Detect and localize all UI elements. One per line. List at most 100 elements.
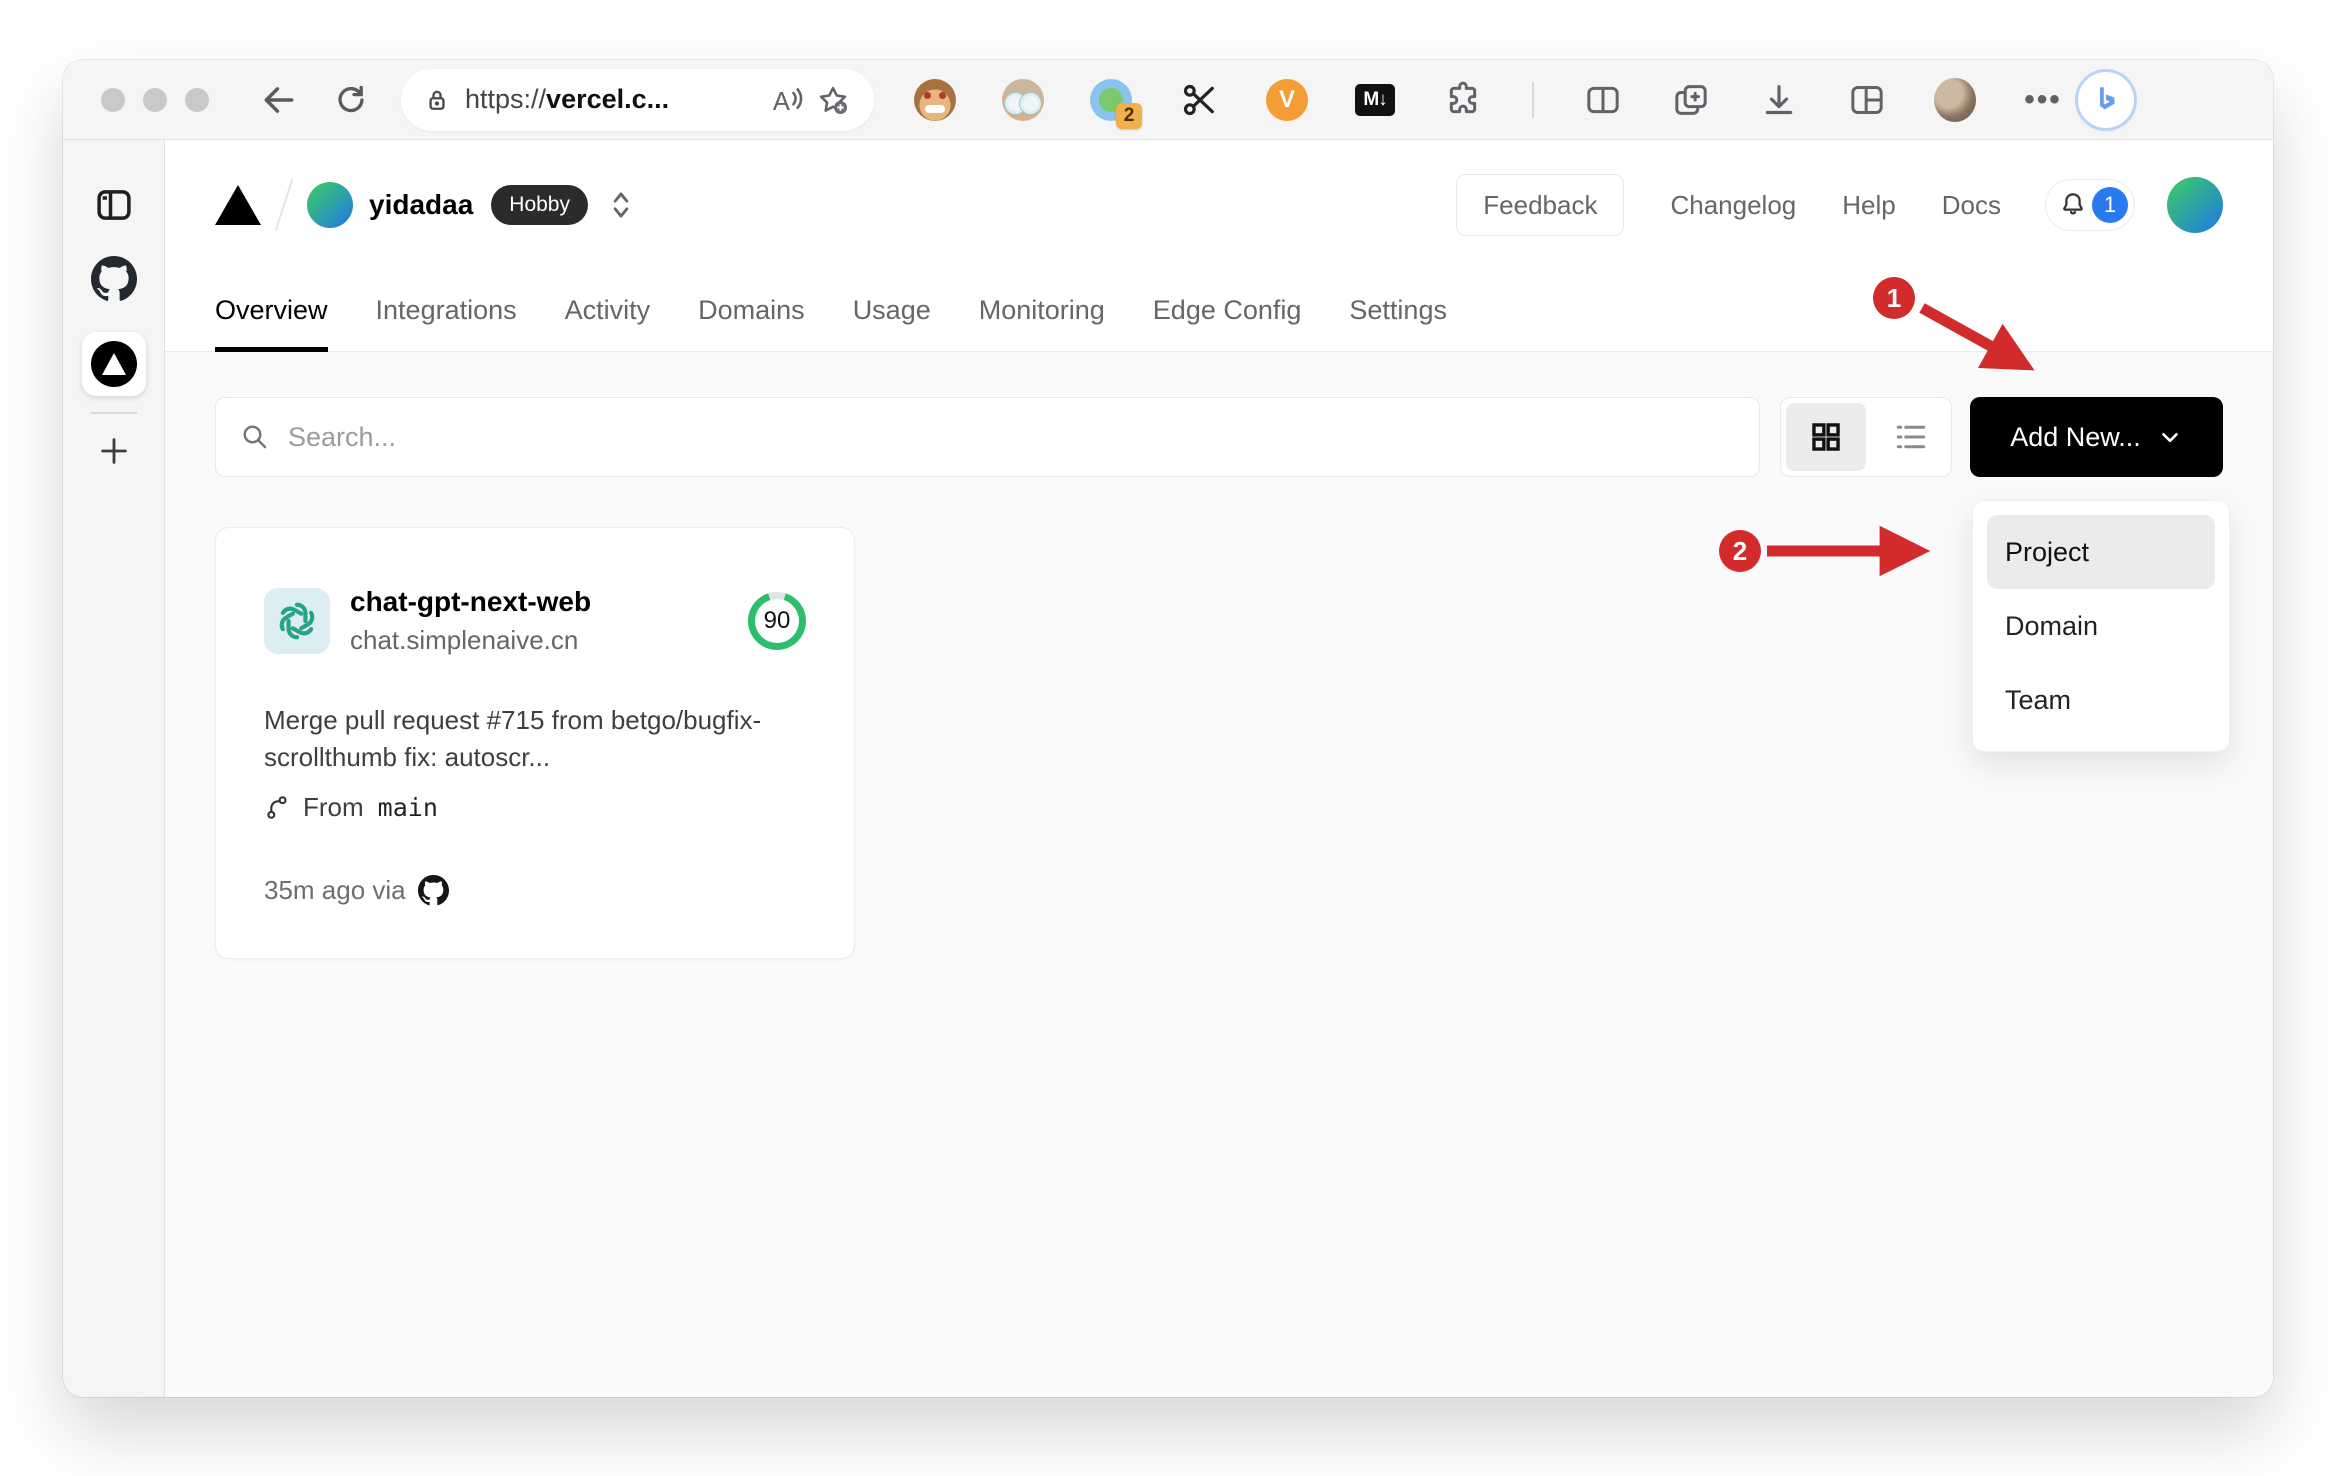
dropdown-item-domain[interactable]: Domain (1987, 589, 2215, 663)
project-card-header: chat-gpt-next-web chat.simplenaive.cn 90 (264, 586, 806, 656)
collections-icon (1675, 84, 1707, 115)
dropdown-item-project[interactable]: Project (1987, 515, 2215, 589)
bing-icon (2100, 86, 2115, 109)
sidebar-divider (90, 412, 137, 414)
read-aloud-button[interactable]: A (764, 77, 810, 123)
favorite-button[interactable] (810, 77, 856, 123)
profile-avatar[interactable] (1934, 77, 1976, 122)
screen: https://vercel.c... A 2 V M↓ ••• yidadaa… (0, 0, 2342, 1476)
vercel-app-icon (90, 341, 137, 387)
close-window-button[interactable] (101, 87, 125, 112)
lighthouse-score-value: 90 (755, 599, 799, 643)
tab-edge-config[interactable]: Edge Config (1153, 270, 1302, 351)
vercel-triangle-icon (101, 353, 126, 375)
lock-icon (429, 90, 445, 110)
feedback-button[interactable]: Feedback (1456, 174, 1625, 236)
read-aloud-icon: A (773, 87, 803, 115)
list-view-button[interactable] (1871, 419, 1951, 455)
more-menu-button[interactable]: ••• (2022, 79, 2064, 121)
deployment-time: 35m ago via (264, 874, 406, 905)
account-avatar (307, 182, 353, 228)
site-header: yidadaa Hobby Feedback Changelog Help Do… (165, 140, 2273, 270)
puzzle-icon (1449, 81, 1477, 113)
docs-link[interactable]: Docs (1942, 190, 2001, 221)
add-new-label: Add New... (2010, 421, 2141, 452)
bing-chat-button[interactable] (2078, 71, 2134, 128)
add-new-button[interactable]: Add New... (1970, 397, 2223, 477)
minimize-window-button[interactable] (143, 87, 167, 112)
address-bar[interactable]: https://vercel.c... A (401, 68, 874, 131)
star-add-icon (819, 86, 848, 114)
downloads-button[interactable] (1758, 79, 1800, 121)
toolbar-divider (1532, 81, 1534, 118)
tab-activity[interactable]: Activity (565, 270, 651, 351)
translate-extension-icon[interactable]: 2 (1090, 78, 1142, 129)
sidebar-item-github[interactable] (90, 256, 137, 302)
project-card[interactable]: chat-gpt-next-web chat.simplenaive.cn 90… (215, 527, 855, 959)
search-input[interactable] (288, 421, 1735, 453)
dashboard-tabs: Overview Integrations Activity Domains U… (165, 270, 2273, 352)
split-screen-button[interactable] (1582, 79, 1624, 121)
chevron-down-icon (2161, 432, 2178, 443)
lighthouse-score-ring: 90 (748, 592, 806, 650)
sidebar-item-vercel-active[interactable] (81, 332, 146, 396)
markdown-extension-icon[interactable]: M↓ (1354, 79, 1396, 121)
clipper-extension-icon[interactable] (1178, 79, 1220, 121)
scope-selector-button[interactable] (608, 188, 634, 222)
url-text: https://vercel.c... (465, 84, 670, 114)
browser-sidebar (63, 140, 165, 1397)
notifications-button[interactable]: 1 (2045, 179, 2135, 231)
view-toggle (1780, 397, 1952, 477)
dropdown-item-team[interactable]: Team (1987, 663, 2215, 737)
project-domain[interactable]: chat.simplenaive.cn (350, 625, 591, 656)
plus-icon (100, 438, 127, 464)
tab-settings[interactable]: Settings (1349, 270, 1447, 351)
tab-integrations[interactable]: Integrations (376, 270, 517, 351)
tab-domains[interactable]: Domains (698, 270, 805, 351)
grid-view-button[interactable] (1786, 403, 1866, 471)
github-source-icon (417, 874, 449, 906)
latest-commit-message: Merge pull request #715 from betgo/bugfi… (264, 705, 762, 772)
vercel-dashboard: yidadaa Hobby Feedback Changelog Help Do… (165, 140, 2273, 1397)
search-box[interactable] (215, 397, 1760, 477)
breadcrumb-slash (274, 179, 294, 231)
split-screen-icon (1587, 86, 1619, 113)
video-extension-icon[interactable]: V (1266, 78, 1308, 121)
user-avatar[interactable] (2167, 177, 2223, 233)
git-branch-icon (267, 796, 287, 819)
browser-toolbar: https://vercel.c... A 2 V M↓ ••• (63, 60, 2273, 140)
project-favicon (264, 588, 330, 654)
changelog-link[interactable]: Changelog (1670, 190, 1796, 221)
back-button[interactable] (257, 78, 301, 122)
help-link[interactable]: Help (1842, 190, 1895, 221)
refresh-button[interactable] (329, 78, 373, 122)
openai-icon (279, 602, 315, 640)
sidebar-add-button[interactable] (97, 434, 131, 468)
vercel-logo[interactable] (215, 185, 261, 225)
tab-monitoring[interactable]: Monitoring (979, 270, 1105, 351)
workspaces-button[interactable] (1846, 79, 1888, 121)
from-label: From (303, 791, 364, 822)
tab-overview[interactable]: Overview (215, 270, 328, 352)
tab-usage[interactable]: Usage (853, 270, 931, 351)
content-row: yidadaa Hobby Feedback Changelog Help Do… (63, 140, 2273, 1397)
back-arrow-icon (264, 86, 294, 113)
grid-view-icon (1812, 423, 1840, 451)
branch-name: main (377, 792, 438, 822)
chevron-up-down-icon (613, 192, 629, 218)
github-icon (90, 256, 137, 301)
avatar-extension-icon[interactable] (1002, 78, 1044, 121)
scissors-icon (1183, 84, 1214, 115)
refresh-icon (338, 85, 364, 112)
extensions-menu-button[interactable] (1442, 79, 1484, 121)
svg-text:A: A (773, 87, 790, 115)
traffic-lights (101, 87, 209, 112)
browser-window: https://vercel.c... A 2 V M↓ ••• yidadaa… (63, 60, 2273, 1397)
header-actions: Feedback Changelog Help Docs 1 (1456, 174, 2223, 236)
project-meta: chat-gpt-next-web chat.simplenaive.cn (350, 586, 591, 656)
add-new-dropdown: Project Domain Team (1972, 500, 2230, 752)
zoom-window-button[interactable] (185, 87, 209, 112)
sidebar-toggle-button[interactable] (93, 184, 135, 226)
monkey-extension-icon[interactable] (914, 78, 956, 121)
collections-button[interactable] (1670, 79, 1712, 121)
